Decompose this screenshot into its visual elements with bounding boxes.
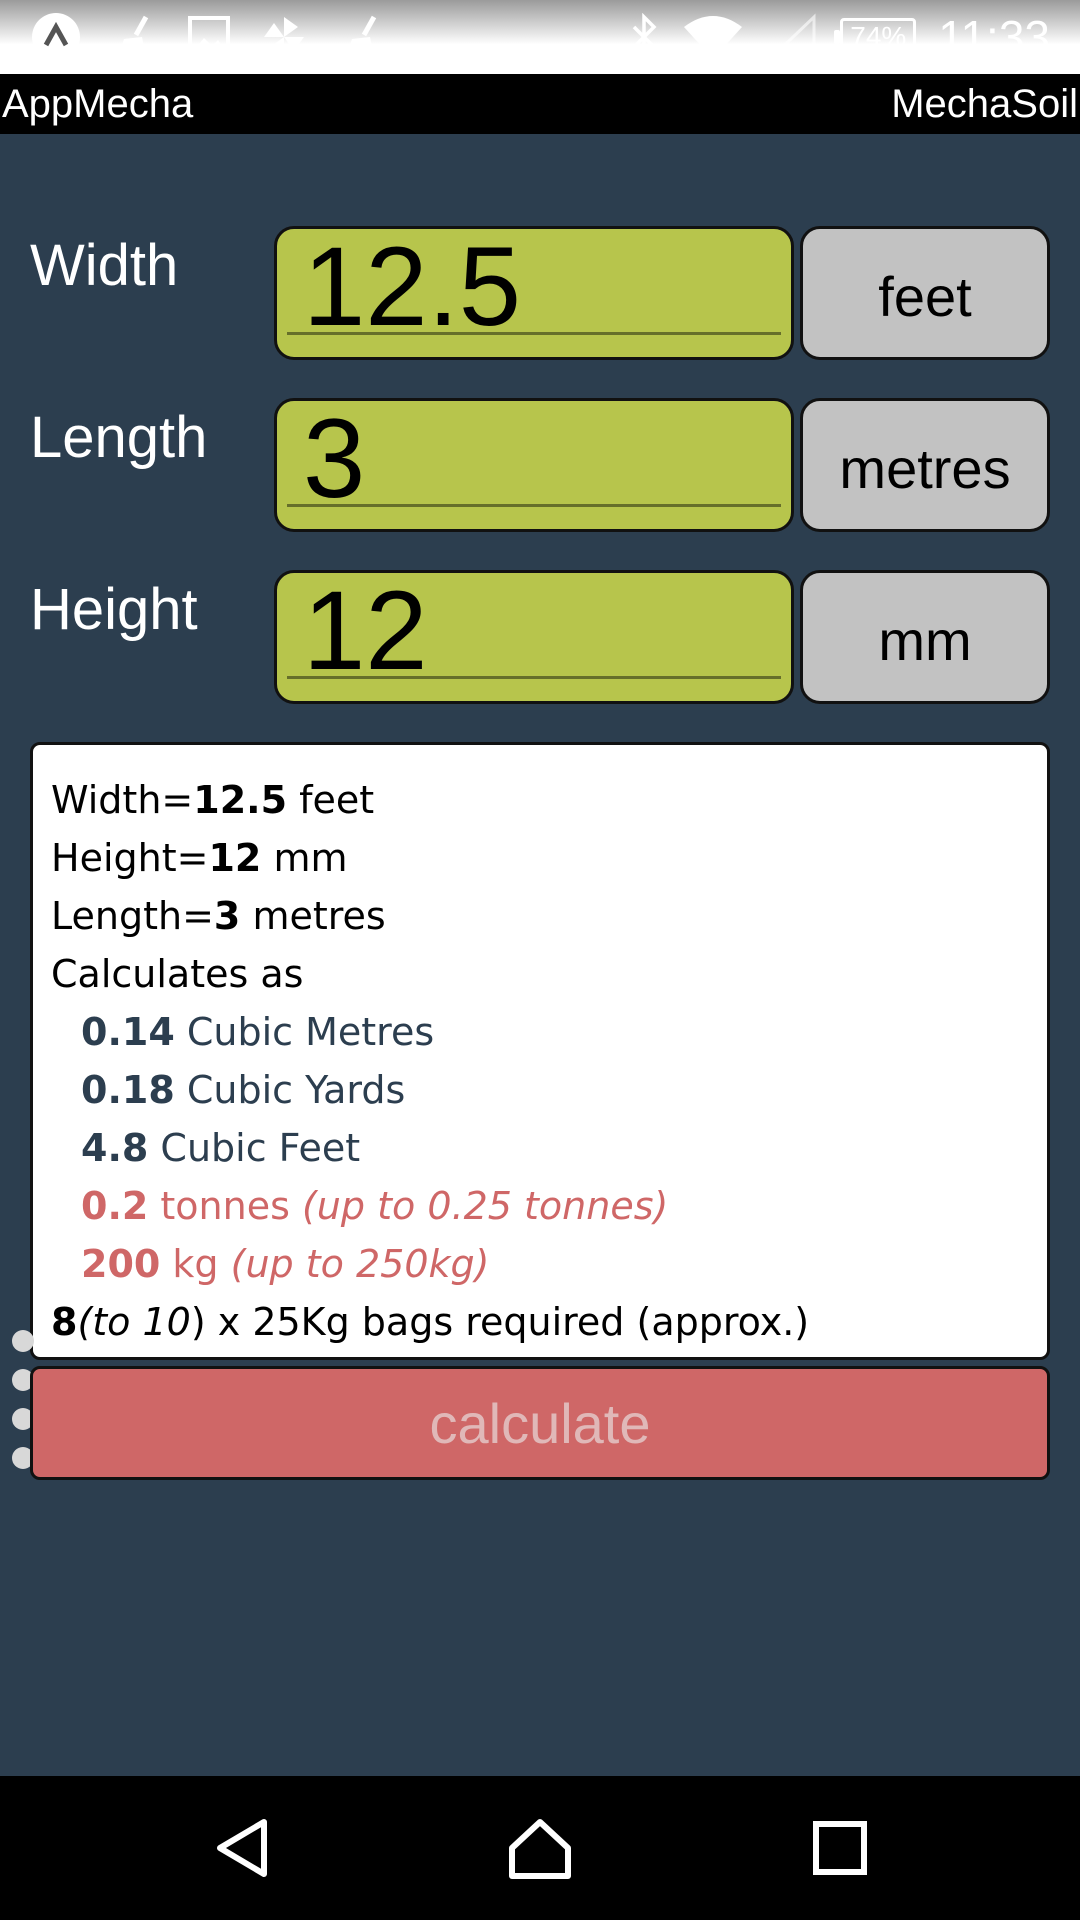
bags-value: 8: [51, 1300, 78, 1344]
kg-range: (up to 250kg): [230, 1242, 490, 1286]
bags-text: ) x 25Kg bags required (approx.): [190, 1300, 810, 1344]
result-cubic-metres: 0.14 Cubic Metres: [51, 1003, 1047, 1061]
result-tonnes: 0.2 tonnes (up to 0.25 tonnes): [51, 1177, 1047, 1235]
result-cubic-yards: 0.18 Cubic Yards: [51, 1061, 1047, 1119]
result-length-value: 3: [213, 894, 241, 938]
result-height-label: Height=: [51, 836, 209, 880]
app-subtitle: MechaSoil: [891, 82, 1078, 126]
result-width-label: Width=: [51, 778, 194, 822]
cubic-feet-value: 4.8: [81, 1126, 149, 1170]
width-unit-button[interactable]: feet: [800, 226, 1050, 360]
result-height-unit: mm: [261, 836, 348, 880]
recents-icon[interactable]: [800, 1808, 880, 1888]
result-width-value: 12.5: [193, 778, 288, 822]
broom-icon: [336, 11, 388, 63]
battery-icon: 74%: [834, 18, 917, 56]
app-title: AppMecha: [2, 82, 194, 126]
app-bar: AppMecha MechaSoil: [0, 74, 1080, 134]
width-label: Width: [30, 233, 179, 298]
tonnes-value: 0.2: [81, 1184, 149, 1228]
wifi-icon: [682, 13, 744, 61]
result-width: Width=12.5 feet: [51, 771, 1047, 829]
image-icon: [186, 14, 232, 60]
result-length-unit: metres: [240, 894, 386, 938]
kg-value: 200: [81, 1242, 161, 1286]
cubic-yards-label: Cubic Yards: [174, 1068, 406, 1112]
height-input-underline: [287, 676, 781, 679]
cubic-metres-label: Cubic Metres: [174, 1010, 435, 1054]
bags-range: (to 10: [77, 1300, 191, 1344]
length-unit-button[interactable]: metres: [800, 398, 1050, 532]
result-height-value: 12: [208, 836, 262, 880]
drag-dot: [12, 1330, 34, 1352]
home-icon[interactable]: [500, 1808, 580, 1888]
length-input-underline: [287, 504, 781, 507]
length-row: Length 3 metres: [0, 398, 1080, 532]
back-icon[interactable]: [202, 1808, 282, 1888]
signal-icon: [766, 13, 818, 61]
status-bar: 74% 11:33: [0, 0, 1080, 74]
length-value: 3: [303, 396, 366, 521]
cubic-metres-value: 0.14: [81, 1010, 175, 1054]
cubic-yards-value: 0.18: [81, 1068, 175, 1112]
result-length-label: Length=: [51, 894, 214, 938]
result-width-unit: feet: [287, 778, 375, 822]
height-label: Height: [30, 577, 198, 642]
tonnes-label: tonnes: [148, 1184, 302, 1228]
length-label: Length: [30, 405, 208, 470]
result-cubic-feet: 4.8 Cubic Feet: [51, 1119, 1047, 1177]
width-value: 12.5: [303, 224, 521, 349]
battery-level: 74%: [850, 21, 907, 52]
broom-icon: [108, 11, 160, 63]
result-height: Height=12 mm: [51, 829, 1047, 887]
height-value: 12: [303, 568, 428, 693]
navigation-bar: [0, 1776, 1080, 1920]
calculates-heading: Calculates as: [51, 952, 304, 996]
app-logo-icon: [30, 11, 82, 63]
height-unit-button[interactable]: mm: [800, 570, 1050, 704]
kg-label: kg: [160, 1242, 231, 1286]
tonnes-range: (up to 0.25 tonnes): [301, 1184, 669, 1228]
result-bags: 8(to 10) x 25Kg bags required (approx.): [51, 1293, 1047, 1351]
pinwheel-icon: [258, 11, 310, 63]
notification-icons: [30, 10, 388, 64]
cubic-feet-label: Cubic Feet: [148, 1126, 361, 1170]
width-input-underline: [287, 332, 781, 335]
result-length: Length=3 metres: [51, 887, 1047, 945]
length-input[interactable]: 3: [274, 398, 794, 532]
height-input[interactable]: 12: [274, 570, 794, 704]
screen: 74% 11:33 AppMecha MechaSoil Width 12.5 …: [0, 0, 1080, 1920]
bluetooth-icon: [628, 13, 660, 61]
result-kg: 200 kg (up to 250kg): [51, 1235, 1047, 1293]
height-row: Height 12 mm: [0, 570, 1080, 704]
width-input[interactable]: 12.5: [274, 226, 794, 360]
results-panel: Width=12.5 feet Height=12 mm Length=3 me…: [30, 742, 1050, 1360]
clock: 11:33: [938, 11, 1050, 63]
calculate-button[interactable]: calculate: [30, 1366, 1050, 1480]
system-icons: 74% 11:33: [628, 8, 1050, 66]
width-row: Width 12.5 feet: [0, 226, 1080, 360]
